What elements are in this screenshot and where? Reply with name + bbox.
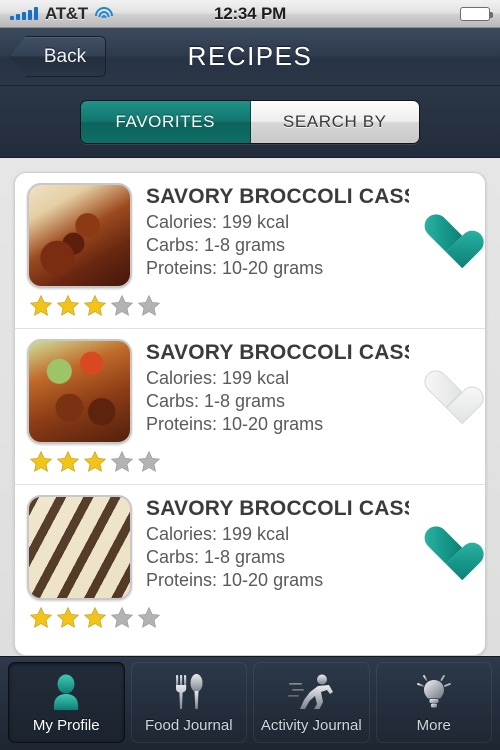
segmented-control-bar: FAVORITES SEARCH BY <box>0 86 500 158</box>
star-empty-icon[interactable] <box>137 294 161 318</box>
star-filled-icon[interactable] <box>29 294 53 318</box>
recipe-row[interactable]: SAVORY BROCCOLI CASS... Calories: 199 kc… <box>15 329 485 485</box>
carrier-label: AT&T <box>45 3 88 23</box>
recipe-carbs: Carbs: 1-8 grams <box>146 547 286 568</box>
star-empty-icon[interactable] <box>137 450 161 474</box>
tab-label: Activity Journal <box>260 716 362 734</box>
recipe-carbs: Carbs: 1-8 grams <box>146 235 286 256</box>
tab-label: More <box>416 716 451 734</box>
runner-icon <box>288 671 334 713</box>
back-button[interactable]: Back <box>10 36 106 77</box>
recipe-title: SAVORY BROCCOLI CASS... <box>146 497 409 520</box>
star-empty-icon[interactable] <box>110 606 134 630</box>
favorite-heart-icon[interactable] <box>423 527 469 569</box>
star-filled-icon[interactable] <box>56 606 80 630</box>
star-empty-icon[interactable] <box>110 450 134 474</box>
status-bar: AT&T 12:34 PM <box>0 0 500 28</box>
person-icon <box>49 671 83 713</box>
rating-stars[interactable] <box>27 600 473 636</box>
star-filled-icon[interactable] <box>56 294 80 318</box>
recipe-thumbnail <box>27 339 132 444</box>
tab-label: Food Journal <box>144 716 233 734</box>
recipe-title: SAVORY BROCCOLI CASS... <box>146 341 409 364</box>
recipe-details: SAVORY BROCCOLI CASS... Calories: 199 kc… <box>146 495 409 592</box>
recipe-thumbnail <box>27 183 132 288</box>
tab-more[interactable]: More <box>375 661 492 743</box>
status-bar-right <box>460 6 493 21</box>
recipe-list: SAVORY BROCCOLI CASS... Calories: 199 kc… <box>14 172 486 656</box>
recipe-carbs: Carbs: 1-8 grams <box>146 391 286 412</box>
star-empty-icon[interactable] <box>110 294 134 318</box>
favorite-heart-icon[interactable] <box>423 371 469 413</box>
rating-stars[interactable] <box>27 288 473 324</box>
favorite-heart-icon[interactable] <box>423 215 469 257</box>
tab-label: My Profile <box>32 716 100 734</box>
star-filled-icon[interactable] <box>29 606 53 630</box>
recipe-row[interactable]: SAVORY BROCCOLI CASS... Calories: 199 kc… <box>15 173 485 329</box>
recipe-list-scroll-area[interactable]: SAVORY BROCCOLI CASS... Calories: 199 kc… <box>0 158 500 656</box>
star-empty-icon[interactable] <box>137 606 161 630</box>
phone-screen: AT&T 12:34 PM Back RECIPES FAVORITES SEA… <box>0 0 500 750</box>
recipe-row-top: SAVORY BROCCOLI CASS... Calories: 199 kc… <box>27 183 473 288</box>
battery-icon <box>460 6 493 21</box>
status-bar-left: AT&T <box>10 4 113 24</box>
recipe-calories: Calories: 199 kcal <box>146 368 290 388</box>
rating-stars[interactable] <box>27 444 473 480</box>
tab-search-by[interactable]: SEARCH BY <box>250 100 419 143</box>
star-filled-icon[interactable] <box>83 450 107 474</box>
recipe-row-top: SAVORY BROCCOLI CASS... Calories: 199 kc… <box>27 339 473 444</box>
utensils-icon <box>172 671 206 713</box>
recipe-details: SAVORY BROCCOLI CASS... Calories: 199 kc… <box>146 183 409 280</box>
wifi-icon <box>94 6 113 21</box>
tab-food-journal[interactable]: Food Journal <box>130 661 247 743</box>
signal-bars-icon <box>10 7 38 20</box>
recipe-title: SAVORY BROCCOLI CASS... <box>146 185 409 208</box>
recipe-row-top: SAVORY BROCCOLI CASS... Calories: 199 kc… <box>27 495 473 600</box>
recipe-details: SAVORY BROCCOLI CASS... Calories: 199 kc… <box>146 339 409 436</box>
tab-my-profile[interactable]: My Profile <box>8 661 125 743</box>
star-filled-icon[interactable] <box>56 450 80 474</box>
tab-favorites[interactable]: FAVORITES <box>81 100 251 143</box>
recipe-calories: Calories: 199 kcal <box>146 212 290 232</box>
recipe-thumbnail <box>27 495 132 600</box>
recipe-row[interactable]: SAVORY BROCCOLI CASS... Calories: 199 kc… <box>15 485 485 640</box>
tab-bar: My Profile Food Journal Activity Journal… <box>0 656 500 750</box>
segmented-control[interactable]: FAVORITES SEARCH BY <box>80 99 420 144</box>
nav-bar: Back RECIPES <box>0 28 500 86</box>
recipe-proteins: Proteins: 10-20 grams <box>146 414 324 435</box>
lightbulb-icon <box>414 671 454 713</box>
star-filled-icon[interactable] <box>83 606 107 630</box>
recipe-proteins: Proteins: 10-20 grams <box>146 570 324 591</box>
recipe-calories: Calories: 199 kcal <box>146 524 290 544</box>
tab-activity-journal[interactable]: Activity Journal <box>253 661 370 743</box>
star-filled-icon[interactable] <box>29 450 53 474</box>
star-filled-icon[interactable] <box>83 294 107 318</box>
recipe-proteins: Proteins: 10-20 grams <box>146 258 324 279</box>
